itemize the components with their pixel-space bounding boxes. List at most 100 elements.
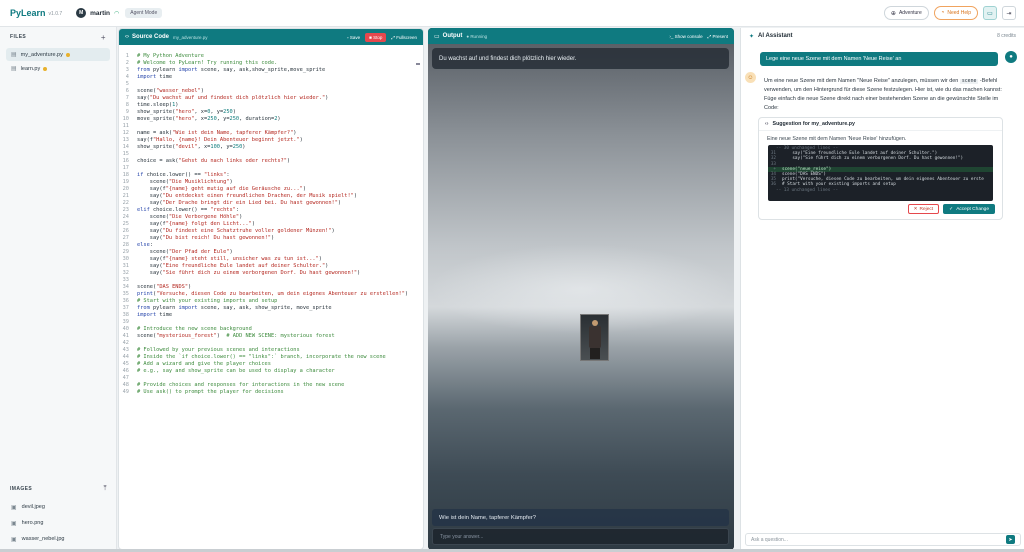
code-line[interactable]: 15 bbox=[119, 151, 423, 158]
code-line[interactable]: 18 if choice.lower() == "links": bbox=[119, 172, 423, 179]
code-line[interactable]: 23 elif choice.lower() == "rechts": bbox=[119, 207, 423, 214]
code-line[interactable]: 22 say("Der Drache bringt dir ein Lied b… bbox=[119, 200, 423, 207]
code-line[interactable]: 34 scene("DAS ENDS") bbox=[119, 284, 423, 291]
code-line[interactable]: 7 say("Du wachst auf und findest dich plö… bbox=[119, 95, 423, 102]
need-help-button[interactable]: ◔ Need Help bbox=[933, 6, 978, 20]
code-line[interactable]: 38 import time bbox=[119, 312, 423, 319]
code-line[interactable]: 20 say(f"{name} geht mutig auf die Geräu… bbox=[119, 186, 423, 193]
code-line[interactable]: 25 say(f"{name} folgt den Licht...") bbox=[119, 221, 423, 228]
line-code: import time bbox=[137, 312, 173, 318]
line-code: scene("Die Musiklichtung") bbox=[137, 179, 233, 185]
show-console-button[interactable]: ›_ Show console bbox=[669, 34, 702, 39]
image-item-devil[interactable]: ▣ devil.jpeg bbox=[0, 499, 117, 515]
code-line[interactable]: 26 say("Du findest eine Schatztruhe voll… bbox=[119, 228, 423, 235]
code-line[interactable]: 8 time.sleep(1) bbox=[119, 102, 423, 109]
code-line[interactable]: 33 bbox=[119, 277, 423, 284]
code-line[interactable]: 10 move_sprite("hero", x=250, y=250, dura… bbox=[119, 116, 423, 123]
code-line[interactable]: 3 from pylearn import scene, say, ask,sho… bbox=[119, 67, 423, 74]
line-code: time.sleep(1) bbox=[137, 102, 179, 108]
send-icon[interactable]: ➤ bbox=[1006, 535, 1015, 544]
code-line[interactable]: 36 # Start with your existing imports and… bbox=[119, 298, 423, 305]
code-line[interactable]: 13 say(f"Hallo, {name}! Dein Abenteuer be… bbox=[119, 137, 423, 144]
game-scene[interactable] bbox=[428, 44, 734, 550]
code-line[interactable]: 31 say("Eine freundliche Eule landet auf… bbox=[119, 263, 423, 270]
sidebar: FILES + ▤ my_adventure.py ▤ learn.py IMA… bbox=[0, 27, 117, 552]
logout-button[interactable]: ⇥ bbox=[1002, 6, 1016, 20]
code-line[interactable]: 27 say("Du bist reich! Du hast gewonnen!… bbox=[119, 235, 423, 242]
code-line[interactable]: 35 print("Versuche, diesen Code zu bearbe… bbox=[119, 291, 423, 298]
agent-mode-badge[interactable]: Agent Mode bbox=[125, 8, 163, 18]
stop-button[interactable]: ■ Stop bbox=[365, 32, 387, 42]
code-line[interactable]: 14 show_sprite("devil", x=100, y=250) bbox=[119, 144, 423, 151]
code-editor[interactable]: 1 # My Python Adventure 2 # Welcome to PyLe… bbox=[119, 45, 423, 396]
ai-assistant-panel: ✦ AI Assistant 8 credits Lege eine neue … bbox=[740, 28, 1024, 550]
line-number: 23 bbox=[122, 207, 129, 213]
code-line[interactable]: 12 name = ask("Wie ist dein Name, tapfere… bbox=[119, 130, 423, 137]
code-line[interactable]: 6 scene("wasser_nebel") bbox=[119, 88, 423, 95]
code-line[interactable]: 2 # Welcome to PyLearn! Try running this … bbox=[119, 60, 423, 67]
line-number: 5 bbox=[125, 81, 129, 87]
code-line[interactable]: 43 # Followed by your previous scenes and… bbox=[119, 347, 423, 354]
code-line[interactable]: 11 bbox=[119, 123, 423, 130]
adventure-label: Adventure bbox=[898, 10, 922, 16]
line-code: # Start with your existing imports and s… bbox=[137, 298, 278, 304]
chat-toggle-button[interactable]: ▭ bbox=[983, 6, 997, 20]
user-info[interactable]: M martin ◠ bbox=[76, 8, 119, 18]
code-line[interactable]: 42 bbox=[119, 340, 423, 347]
code-line[interactable]: 41 scene("mysterious_forest") # ADD NEW S… bbox=[119, 333, 423, 340]
code-line[interactable]: 47 bbox=[119, 375, 423, 382]
editor-scroll-handle[interactable] bbox=[416, 63, 420, 65]
code-line[interactable]: 17 bbox=[119, 165, 423, 172]
line-code: from pylearn import scene, say, ask, sho… bbox=[137, 305, 332, 311]
code-line[interactable]: 28 else: bbox=[119, 242, 423, 249]
accept-change-button[interactable]: ✓ Accept Change bbox=[943, 204, 995, 214]
line-number: 44 bbox=[122, 354, 129, 360]
code-line[interactable]: 39 bbox=[119, 319, 423, 326]
line-code: elif choice.lower() == "rechts": bbox=[137, 207, 240, 213]
save-button[interactable]: ▫ Save bbox=[347, 35, 360, 40]
code-line[interactable]: 40 # Introduce the new scene background bbox=[119, 326, 423, 333]
app-logo[interactable]: PyLearn bbox=[10, 8, 46, 18]
code-line[interactable]: 5 bbox=[119, 81, 423, 88]
code-line[interactable]: 45 # Add a wizard and give the player cho… bbox=[119, 361, 423, 368]
code-line[interactable]: 9 show_sprite("hero", x=0, y=250) bbox=[119, 109, 423, 116]
file-item-learn[interactable]: ▤ learn.py bbox=[6, 62, 110, 75]
code-line[interactable]: 49 # Use ask() to prompt the player for d… bbox=[119, 389, 423, 396]
file-item-my-adventure[interactable]: ▤ my_adventure.py bbox=[6, 48, 110, 61]
code-line[interactable]: 48 # Provide choices and responses for in… bbox=[119, 382, 423, 389]
upload-icon[interactable]: ⤒ bbox=[104, 485, 108, 493]
stop-label: Stop bbox=[373, 34, 383, 40]
top-bar: PyLearn v1.0.7 M martin ◠ Agent Mode ⊕ A… bbox=[0, 0, 1024, 27]
line-number: 3 bbox=[125, 67, 129, 73]
image-icon: ▣ bbox=[11, 520, 17, 527]
code-line[interactable]: 24 scene("Die Verborgene Höhle") bbox=[119, 214, 423, 221]
line-number: 1 bbox=[125, 53, 129, 59]
avatar[interactable]: M bbox=[76, 8, 87, 18]
code-line[interactable]: 16 choice = ask("Gehst du nach links oder… bbox=[119, 158, 423, 165]
fullscreen-button[interactable]: ⤢ Fullscreen bbox=[391, 35, 417, 40]
code-line[interactable]: 44 # Inside the `if choice.lower() == "li… bbox=[119, 354, 423, 361]
ai-question-input[interactable]: Ask a question... ➤ bbox=[745, 533, 1021, 546]
code-line[interactable]: 29 scene("Der Pfad der Eule") bbox=[119, 249, 423, 256]
line-code: # Provide choices and responses for inte… bbox=[137, 382, 345, 388]
code-line[interactable]: 4 import time bbox=[119, 74, 423, 81]
adventure-button[interactable]: ⊕ Adventure bbox=[883, 6, 929, 20]
add-file-icon[interactable]: + bbox=[101, 33, 106, 42]
image-item-wasser-nebel[interactable]: ▣ wasser_nebel.jpg bbox=[0, 531, 117, 547]
answer-input[interactable]: Type your answer... bbox=[432, 528, 729, 545]
code-line[interactable]: 32 say("Sie führt dich zu einem verborge… bbox=[119, 270, 423, 277]
code-line[interactable]: 37 from pylearn import scene, say, ask, s… bbox=[119, 305, 423, 312]
reject-button[interactable]: ✕ Reject bbox=[907, 204, 940, 214]
present-button[interactable]: ⤢ Present bbox=[708, 34, 728, 39]
image-item-hero[interactable]: ▣ hero.png bbox=[0, 515, 117, 531]
line-number: 40 bbox=[122, 326, 129, 332]
code-line[interactable]: 1 # My Python Adventure bbox=[119, 53, 423, 60]
code-line[interactable]: 21 say("Du entdeckst einen freundlichen … bbox=[119, 193, 423, 200]
code-line[interactable]: 19 scene("Die Musiklichtung") bbox=[119, 179, 423, 186]
line-number: 11 bbox=[122, 123, 129, 129]
code-line[interactable]: 30 say(f"{name} steht still, unsicher wa… bbox=[119, 256, 423, 263]
code-line[interactable]: 46 # e.g., say and show_sprite can be use… bbox=[119, 368, 423, 375]
suggestion-actions: ✕ Reject ✓ Accept Change bbox=[907, 204, 995, 214]
fullscreen-label: Fullscreen bbox=[396, 34, 417, 40]
file-name: my_adventure.py bbox=[20, 51, 63, 58]
